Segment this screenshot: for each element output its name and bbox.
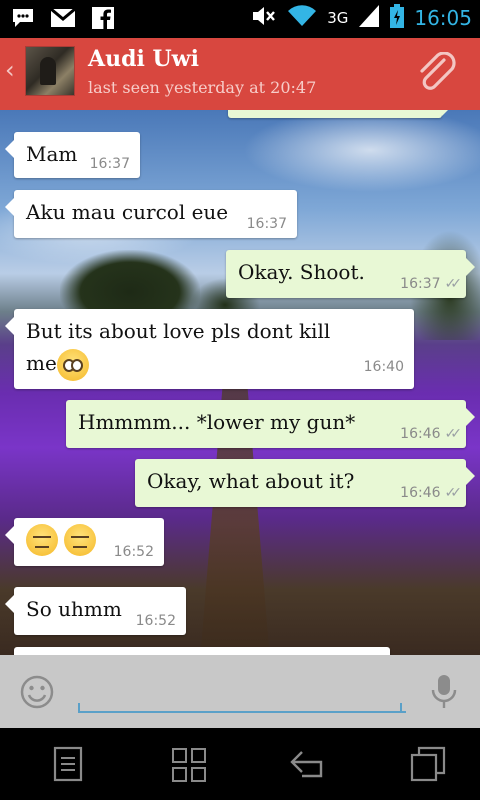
message-input-bar bbox=[0, 655, 480, 728]
flushed-face-icon bbox=[56, 348, 89, 381]
mute-icon bbox=[251, 5, 277, 31]
recent-apps-icon[interactable] bbox=[170, 746, 210, 784]
back-icon[interactable] bbox=[288, 746, 328, 784]
message-bubble-outgoing[interactable]: Okay. Shoot. 16:37 ✓✓ bbox=[226, 250, 475, 298]
signal-icon bbox=[358, 4, 380, 32]
message-bubble-partial[interactable] bbox=[228, 110, 451, 118]
chat-header: ‹ Audi Uwi last seen yesterday at 20:47 bbox=[0, 38, 480, 110]
expressionless-face-icon bbox=[26, 524, 58, 556]
message-text: Okay. Shoot. bbox=[238, 260, 365, 284]
paperclip-icon[interactable] bbox=[414, 51, 460, 102]
message-meta: 16:46 ✓✓ bbox=[400, 426, 463, 442]
menu-icon[interactable] bbox=[52, 746, 92, 784]
message-text: Okay, what about it? bbox=[147, 469, 355, 493]
status-clock: 16:05 bbox=[414, 6, 472, 30]
last-seen-status: last seen yesterday at 20:47 bbox=[88, 78, 317, 97]
message-bubble-incoming[interactable]: But its about love pls dont kill me 16:4… bbox=[5, 309, 414, 389]
message-text: But its about love pls dont kill bbox=[26, 319, 331, 343]
facebook-icon bbox=[90, 6, 116, 30]
input-edge bbox=[400, 703, 402, 711]
multiwindow-icon[interactable] bbox=[410, 746, 450, 784]
message-bubble-outgoing[interactable]: Hmmmm... *lower my gun* 16:46 ✓✓ bbox=[66, 400, 475, 448]
message-bubble-incoming[interactable]: Aku mau curcol eue 16:37 bbox=[5, 190, 297, 238]
message-text: Hmmmm... *lower my gun* bbox=[78, 410, 356, 434]
message-meta: 16:46 ✓✓ bbox=[400, 485, 463, 501]
message-meta: 16:37 ✓✓ bbox=[400, 276, 463, 292]
message-time: 16:52 bbox=[113, 544, 154, 560]
message-time: 16:37 bbox=[246, 216, 287, 232]
message-text: So uhmm bbox=[26, 597, 122, 621]
battery-icon bbox=[390, 4, 405, 32]
message-text: Aku mau curcol eue bbox=[26, 200, 229, 224]
message-bubble-partial[interactable] bbox=[14, 647, 390, 655]
smiley-icon[interactable] bbox=[19, 674, 55, 714]
network-type: 3G bbox=[327, 9, 349, 27]
input-edge bbox=[78, 703, 80, 711]
expressionless-face-icon bbox=[64, 524, 97, 556]
microphone-icon[interactable] bbox=[430, 673, 458, 715]
double-check-icon: ✓✓ bbox=[444, 485, 463, 501]
chat-area[interactable]: Mam 16:37 Aku mau curcol eue 16:37 Okay.… bbox=[0, 110, 480, 655]
gmail-icon bbox=[50, 6, 76, 30]
double-check-icon: ✓✓ bbox=[444, 276, 463, 292]
status-bar: 3G 16:05 bbox=[0, 0, 480, 38]
message-text: Mam bbox=[26, 142, 78, 166]
message-time: 16:46 bbox=[400, 485, 441, 501]
message-text-line2: me bbox=[26, 351, 57, 375]
back-chevron-icon[interactable]: ‹ bbox=[5, 56, 15, 84]
message-time: 16:37 bbox=[89, 156, 130, 172]
message-bubble-incoming[interactable]: Mam 16:37 bbox=[5, 132, 140, 178]
bbm-icon bbox=[10, 6, 36, 30]
message-bubble-incoming[interactable]: 16:52 bbox=[5, 518, 164, 566]
message-time: 16:52 bbox=[135, 613, 176, 629]
message-input[interactable] bbox=[78, 669, 406, 713]
message-bubble-outgoing[interactable]: Okay, what about it? 16:46 ✓✓ bbox=[135, 459, 475, 507]
navigation-bar bbox=[0, 728, 480, 800]
avatar[interactable] bbox=[25, 46, 75, 96]
message-bubble-incoming[interactable]: So uhmm 16:52 bbox=[5, 587, 186, 635]
double-check-icon: ✓✓ bbox=[444, 426, 463, 442]
message-time: 16:37 bbox=[400, 276, 441, 292]
contact-name[interactable]: Audi Uwi bbox=[88, 46, 199, 72]
message-time: 16:46 bbox=[400, 426, 441, 442]
message-time: 16:40 bbox=[363, 359, 404, 375]
wifi-icon bbox=[287, 5, 317, 31]
